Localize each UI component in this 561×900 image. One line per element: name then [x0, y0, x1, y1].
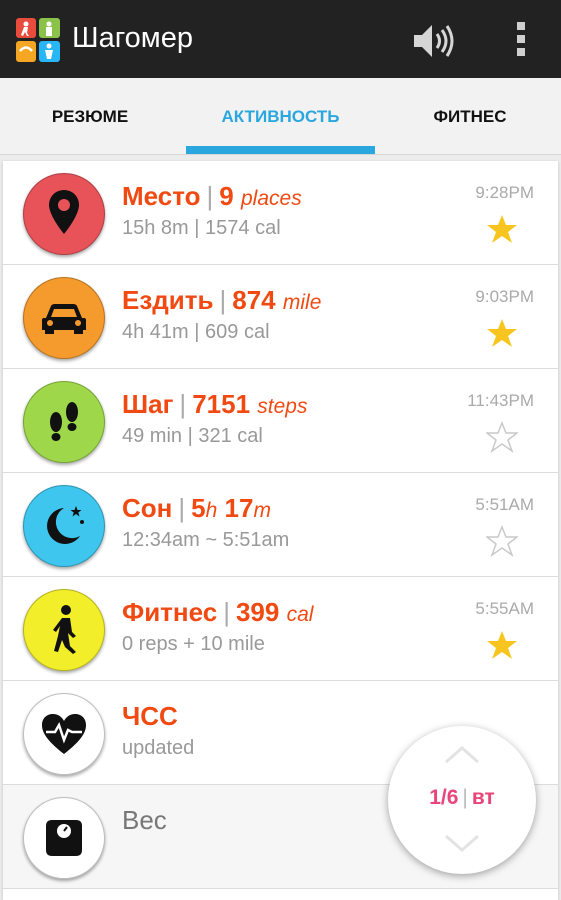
- item-time: 5:55AM: [475, 599, 534, 618]
- day-pager[interactable]: 1/6 | вт: [388, 726, 536, 874]
- walking-person-icon: [23, 589, 105, 671]
- item-time: 11:43PM: [467, 391, 534, 410]
- speaker-icon[interactable]: [412, 22, 454, 60]
- item-title: Фитнес | 399 cal: [122, 597, 314, 627]
- item-title: Ездить | 874 mile: [122, 285, 322, 315]
- item-subtitle: 4h 41m | 609 cal: [122, 321, 270, 343]
- item-title: Сон | 5h 17m: [122, 493, 271, 523]
- location-pin-icon: [23, 173, 105, 255]
- list-item[interactable]: Ездить | 874 mile 4h 41m | 609 cal 9:03PM: [3, 265, 558, 369]
- item-title: ЧСС: [122, 701, 178, 731]
- star-filled-icon[interactable]: [486, 317, 518, 349]
- item-subtitle: updated: [122, 737, 195, 759]
- star-outline-icon[interactable]: [486, 525, 518, 557]
- app-bar: Шагомер: [0, 0, 561, 78]
- item-subtitle: 49 min | 321 cal: [122, 425, 263, 447]
- star-outline-icon[interactable]: [486, 421, 518, 453]
- item-time: 5:51AM: [475, 495, 534, 514]
- item-title: Вес: [122, 805, 167, 835]
- star-filled-icon[interactable]: [486, 629, 518, 661]
- star-filled-icon[interactable]: [486, 213, 518, 245]
- active-tab-indicator: [186, 146, 375, 154]
- list-item[interactable]: Фитнес | 399 cal 0 reps + 10 mile 5:55AM: [3, 577, 558, 681]
- tab-summary[interactable]: РЕЗЮМЕ: [38, 78, 142, 154]
- item-time: 9:28PM: [475, 183, 534, 202]
- item-title: Место | 9 places: [122, 181, 302, 211]
- item-subtitle: 15h 8m | 1574 cal: [122, 217, 281, 239]
- tab-fitness[interactable]: ФИТНЕС: [418, 78, 522, 154]
- item-subtitle: 12:34am ~ 5:51am: [122, 529, 290, 551]
- app-logo-icon: [16, 18, 60, 62]
- list-item[interactable]: Шаг | 7151 steps 49 min | 321 cal 11:43PM: [3, 369, 558, 473]
- list-item[interactable]: Место | 9 places 15h 8m | 1574 cal 9:28PM: [3, 161, 558, 265]
- item-title: Шаг | 7151 steps: [122, 389, 308, 419]
- car-icon: [23, 277, 105, 359]
- pager-label: 1/6 | вт: [429, 786, 495, 809]
- item-time: 9:03PM: [475, 287, 534, 306]
- list-item[interactable]: Сон | 5h 17m 12:34am ~ 5:51am 5:51AM: [3, 473, 558, 577]
- app-title: Шагомер: [72, 22, 193, 54]
- tab-bar: РЕЗЮМЕ АКТИВНОСТЬ ФИТНЕС: [0, 78, 561, 155]
- tab-activity[interactable]: АКТИВНОСТЬ: [186, 78, 375, 154]
- chevron-down-icon[interactable]: [444, 834, 480, 854]
- overflow-menu-icon[interactable]: [515, 22, 527, 62]
- scale-icon: [23, 797, 105, 879]
- item-subtitle: 0 reps + 10 mile: [122, 633, 265, 655]
- heart-pulse-icon: [23, 693, 105, 775]
- moon-stars-icon: [23, 485, 105, 567]
- footprints-icon: [23, 381, 105, 463]
- chevron-up-icon[interactable]: [444, 744, 480, 764]
